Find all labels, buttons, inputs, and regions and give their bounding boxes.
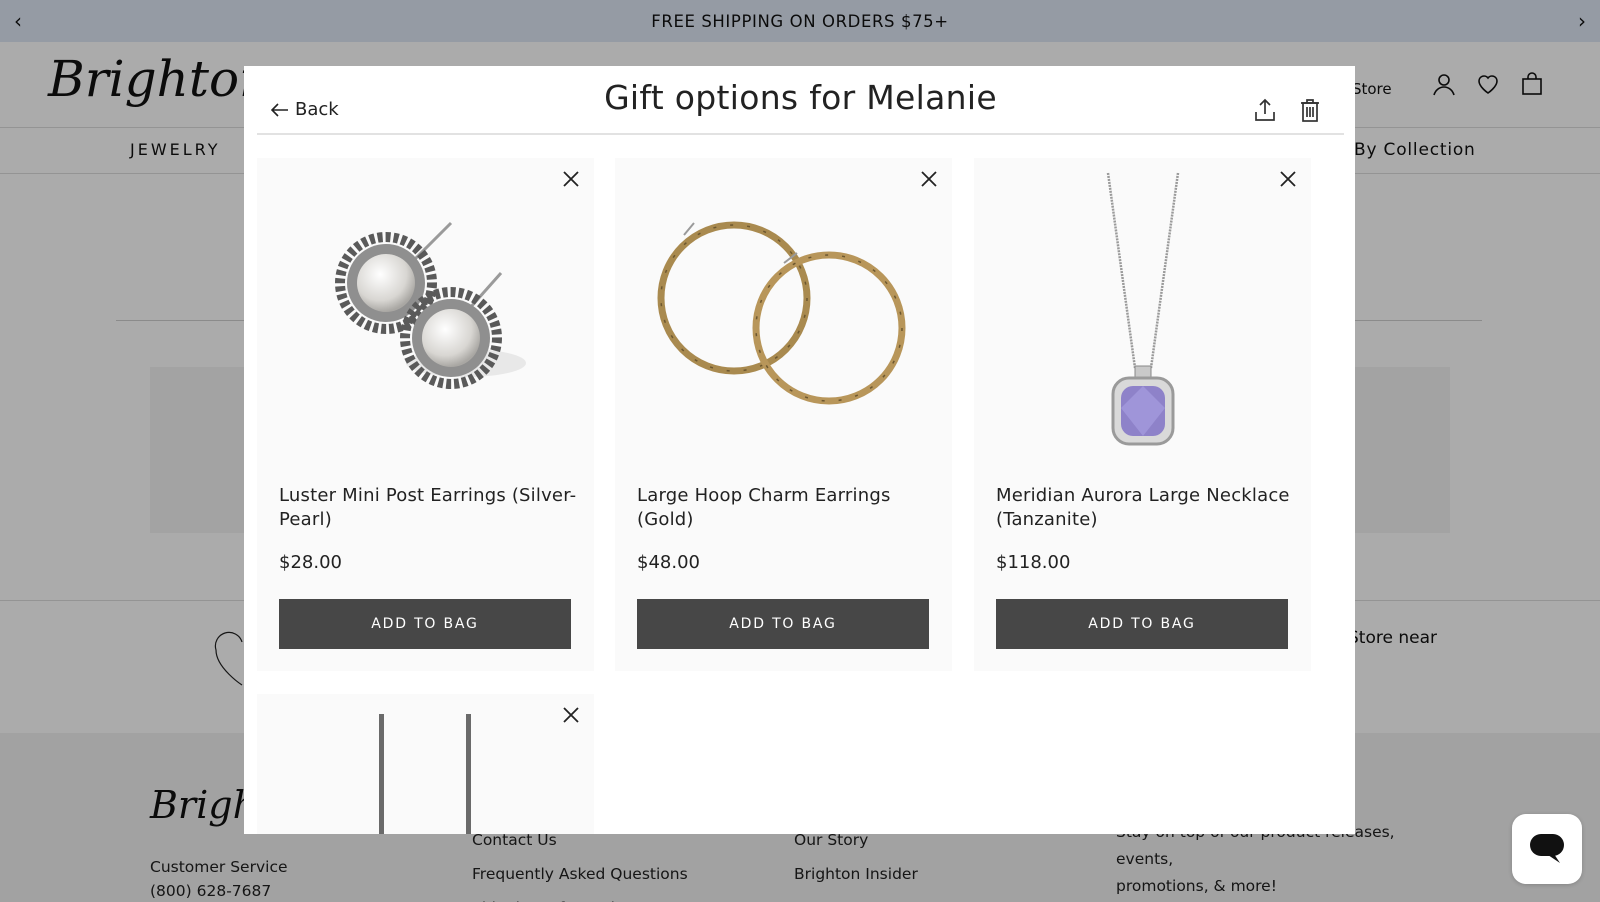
chat-button[interactable]: [1512, 814, 1582, 884]
close-icon[interactable]: [918, 168, 940, 190]
product-name[interactable]: Luster Mini Post Earrings (Silver-Pearl): [279, 484, 579, 532]
product-card: Meridian Aurora Large Necklace (Tanzanit…: [974, 158, 1311, 671]
product-card: [257, 694, 594, 834]
product-card: Luster Mini Post Earrings (Silver-Pearl)…: [257, 158, 594, 671]
product-price: $48.00: [637, 552, 700, 573]
close-icon[interactable]: [1277, 168, 1299, 190]
add-to-bag-button[interactable]: ADD TO BAG: [996, 599, 1288, 649]
product-image-earrings-pearl[interactable]: [257, 158, 594, 468]
trash-icon[interactable]: [1297, 97, 1323, 123]
product-image-hoop-earrings[interactable]: [615, 158, 952, 468]
product-price: $118.00: [996, 552, 1071, 573]
add-to-bag-button[interactable]: ADD TO BAG: [279, 599, 571, 649]
close-icon[interactable]: [560, 168, 582, 190]
product-price: $28.00: [279, 552, 342, 573]
modal-header: Back Gift options for Melanie: [257, 66, 1344, 135]
add-to-bag-button[interactable]: ADD TO BAG: [637, 599, 929, 649]
product-image-bar-earrings[interactable]: [257, 694, 594, 834]
share-icon[interactable]: [1252, 97, 1278, 123]
chat-icon: [1530, 834, 1564, 863]
product-name[interactable]: Large Hoop Charm Earrings (Gold): [637, 484, 937, 532]
gift-options-modal: Back Gift options for Melanie Luster Min…: [244, 66, 1355, 834]
close-icon[interactable]: [560, 704, 582, 726]
product-card: Large Hoop Charm Earrings (Gold) $48.00 …: [615, 158, 952, 671]
modal-title: Gift options for Melanie: [604, 78, 997, 117]
product-image-necklace-tanzanite[interactable]: [974, 158, 1311, 468]
product-name[interactable]: Meridian Aurora Large Necklace (Tanzanit…: [996, 484, 1296, 532]
